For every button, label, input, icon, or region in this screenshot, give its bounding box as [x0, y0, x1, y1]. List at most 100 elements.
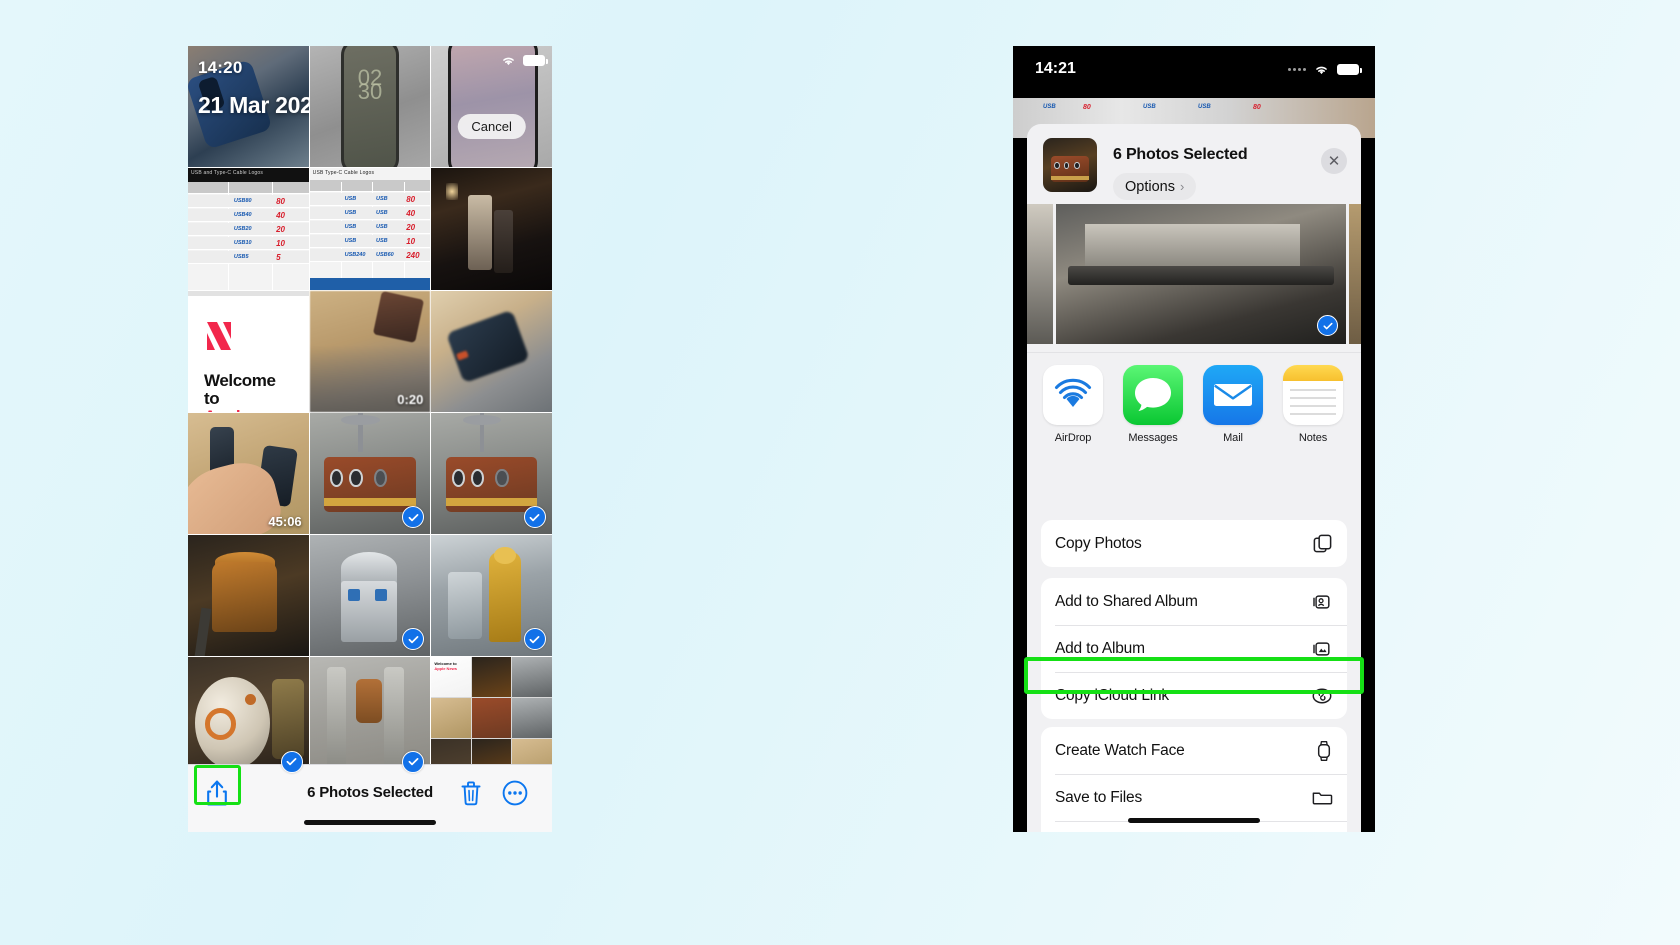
photo-thumbnail[interactable]: 0:20 — [309, 290, 431, 412]
mail-icon — [1203, 365, 1263, 425]
close-icon[interactable]: ✕ — [1321, 148, 1347, 174]
apple-news-logo — [207, 321, 231, 350]
home-indicator — [304, 820, 436, 825]
photo-thumbnail-selected[interactable] — [431, 535, 552, 657]
photo-thumbnail[interactable]: Welcome to Apple News The best stories f… — [188, 290, 309, 412]
action-group-1: Copy Photos — [1041, 520, 1347, 567]
action-label: Add to Album — [1055, 639, 1145, 657]
messages-icon — [1123, 365, 1183, 425]
photo-thumbnail[interactable]: 14:20 21 Mar 2023 — [188, 46, 309, 168]
photo-thumbnail[interactable]: 45:06 — [188, 412, 309, 535]
photo-thumbnail-selected[interactable] — [431, 412, 552, 535]
photo-thumbnail-selected[interactable] — [309, 657, 431, 779]
selection-check-icon[interactable] — [1317, 315, 1338, 336]
share-target-label: Messages — [1128, 432, 1178, 444]
lockscreen-date: 21 Mar 2023 — [198, 92, 309, 118]
home-indicator — [1128, 818, 1260, 823]
cellular-icon — [1288, 68, 1306, 71]
photo-thumbnail[interactable] — [431, 168, 552, 290]
more-options-icon[interactable] — [502, 780, 528, 806]
options-button[interactable]: Options › — [1113, 173, 1197, 200]
photo-thumbnail[interactable]: 02 30 — [309, 46, 431, 168]
share-targets-row[interactable]: AirDrop Messages Mail Notes — [1027, 352, 1361, 458]
battery-icon — [1337, 64, 1362, 75]
action-row-create-watch-face[interactable]: Create Watch Face — [1041, 727, 1347, 774]
trash-glyph — [461, 781, 481, 806]
photo-thumbnail-selected[interactable] — [309, 412, 431, 535]
selection-check-icon[interactable] — [402, 628, 425, 651]
photo-thumbnail[interactable] — [431, 290, 552, 412]
share-target-mail[interactable]: Mail — [1203, 365, 1263, 444]
battery-icon — [522, 55, 548, 66]
share-sheet-header: 6 Photos Selected Options › ✕ — [1027, 124, 1361, 204]
ellipsis-circle-glyph — [502, 780, 528, 806]
share-target-messages[interactable]: Messages — [1123, 365, 1183, 444]
share-target-notes[interactable]: Notes — [1283, 365, 1343, 444]
video-duration: 0:20 — [397, 391, 424, 407]
selection-check-icon[interactable] — [402, 750, 425, 773]
video-duration: 45:06 — [268, 514, 302, 530]
notes-icon — [1283, 365, 1343, 425]
album-icon — [1307, 637, 1333, 661]
lockscreen-time: 14:20 — [198, 58, 243, 77]
action-row-copy-icloud-link[interactable]: Copy iCloud Link — [1041, 672, 1347, 719]
selection-thumbnail — [1043, 138, 1097, 192]
action-row-copy-photos[interactable]: Copy Photos — [1041, 520, 1347, 567]
photos-selection-toolbar: 6 Photos Selected — [188, 764, 552, 832]
action-label: Copy Photos — [1055, 534, 1142, 552]
photo-thumbnail[interactable] — [188, 535, 309, 657]
share-target-airdrop[interactable]: AirDrop — [1043, 365, 1103, 444]
preview-thumbnail-selected[interactable] — [1056, 204, 1346, 344]
link-icon — [1307, 684, 1333, 708]
wifi-icon — [503, 57, 514, 66]
share-sheet-title: 6 Photos Selected — [1113, 146, 1248, 163]
status-bar-indicators — [1288, 63, 1362, 76]
left-phone-screenshot: 14:20 21 Mar 2023 02 30 Cancel USB and T… — [188, 46, 552, 832]
status-bar-time: 14:21 — [1035, 60, 1076, 77]
action-label: Create Watch Face — [1055, 741, 1185, 759]
clock-minutes: 30 — [357, 79, 383, 105]
status-icons — [500, 54, 548, 67]
action-row-add-to-shared-album[interactable]: Add to Shared Album — [1041, 578, 1347, 625]
airdrop-icon — [1043, 365, 1103, 425]
trash-icon[interactable] — [458, 779, 484, 807]
share-target-label: Mail — [1223, 432, 1243, 444]
action-label: Copy iCloud Link — [1055, 686, 1169, 704]
action-row-add-to-album[interactable]: Add to Album — [1041, 625, 1347, 672]
preview-thumbnail[interactable] — [1027, 204, 1053, 344]
photo-thumbnail[interactable]: Welcome to Apple News — [431, 657, 552, 779]
photo-thumbnail[interactable]: Cancel — [431, 46, 552, 168]
folder-icon — [1307, 786, 1333, 810]
share-target-label: Notes — [1298, 432, 1328, 444]
photo-thumbnail-selected[interactable] — [309, 535, 431, 657]
photo-grid[interactable]: 14:20 21 Mar 2023 02 30 Cancel USB and T… — [188, 46, 552, 779]
share-target-label: AirDrop — [1054, 432, 1092, 444]
photo-thumbnail[interactable]: USB Type-C Cable Logos USB USB 80 USB USB 40… — [309, 168, 431, 290]
news-title-line1: Welcome to — [204, 370, 276, 408]
action-label: Add to Shared Album — [1055, 592, 1198, 610]
selection-check-icon[interactable] — [523, 628, 546, 651]
photo-thumbnail-selected[interactable] — [188, 657, 309, 779]
action-row-save-to-files[interactable]: Save to Files — [1041, 774, 1347, 821]
selection-check-icon[interactable] — [280, 750, 303, 773]
photo-thumbnail[interactable]: USB and Type-C Cable Logos USB80 80 USB40… — [188, 168, 309, 290]
shared-album-icon — [1307, 590, 1333, 614]
selection-count-label: 6 Photos Selected — [307, 784, 433, 801]
chevron-right-icon: › — [1179, 179, 1185, 194]
options-label: Options — [1125, 178, 1175, 195]
share-sheet: 6 Photos Selected Options › ✕ AirDrop Me… — [1027, 124, 1361, 832]
action-label: Save to Files — [1055, 788, 1142, 806]
right-phone-screenshot: 14:21 USB 80 USB USB 80 6 Photos Selected … — [1013, 46, 1375, 832]
cancel-button[interactable]: Cancel — [457, 113, 526, 139]
watch-icon — [1307, 739, 1333, 763]
selection-check-icon[interactable] — [523, 506, 546, 529]
preview-thumbnail[interactable] — [1349, 204, 1361, 344]
action-group-3: Create Watch Face Save to Files — [1041, 727, 1347, 832]
copy-icon — [1307, 532, 1333, 556]
selection-check-icon[interactable] — [402, 506, 425, 529]
selected-photos-preview[interactable] — [1027, 204, 1361, 344]
news-title-line2: Apple News — [204, 408, 293, 412]
action-group-2: Add to Shared Album Add to Album Copy iC… — [1041, 578, 1347, 719]
wifi-icon — [1316, 66, 1327, 75]
status-bar: 14:21 — [1013, 46, 1375, 98]
